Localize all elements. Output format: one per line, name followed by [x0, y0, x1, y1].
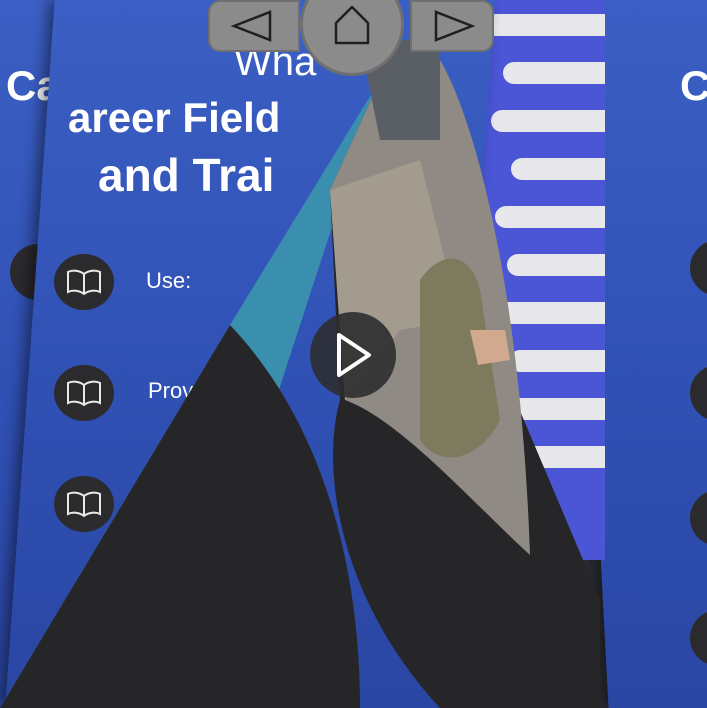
back-button[interactable]: [208, 0, 300, 52]
play-icon: [337, 333, 371, 377]
play-button[interactable]: [310, 312, 396, 398]
triangle-left-icon: [230, 10, 272, 42]
dark-curl-left: [0, 325, 360, 708]
triangle-right-icon: [434, 10, 476, 42]
transition-stage: Car a C Wha areer Field and Trai: [0, 0, 707, 708]
forward-button[interactable]: [410, 0, 494, 52]
home-icon: [334, 5, 370, 45]
